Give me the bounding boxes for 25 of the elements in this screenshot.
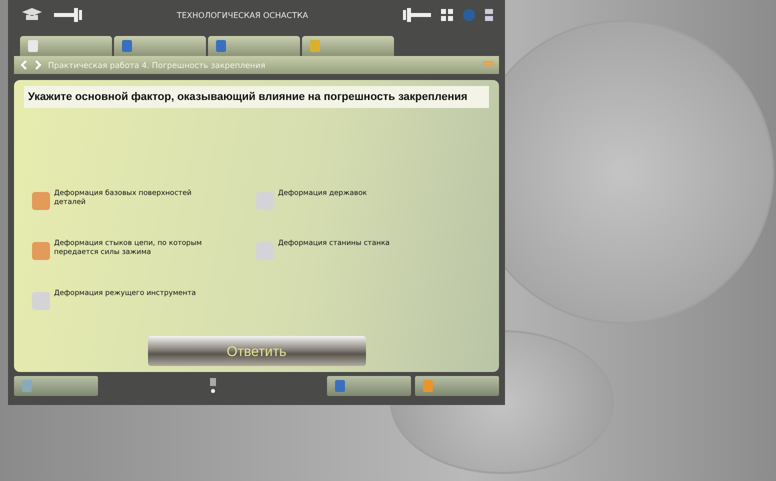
tool-icon bbox=[54, 6, 84, 24]
tool-icon bbox=[401, 6, 431, 24]
checkbox[interactable] bbox=[256, 242, 274, 260]
checkbox[interactable] bbox=[32, 292, 50, 310]
footer-button[interactable] bbox=[415, 376, 499, 396]
pages-icon[interactable] bbox=[485, 9, 493, 21]
footer-button[interactable] bbox=[327, 376, 411, 396]
tab[interactable] bbox=[208, 36, 300, 56]
checkbox[interactable] bbox=[256, 192, 274, 210]
window-title: ТЕХНОЛОГИЧЕСКАЯ ОСНАСТКА bbox=[176, 10, 310, 20]
menu-icon[interactable] bbox=[483, 61, 493, 69]
question-text: Укажите основной фактор, оказывающий влияние на погрешность закрепления bbox=[24, 86, 489, 108]
tab[interactable] bbox=[302, 36, 394, 56]
footer-button[interactable] bbox=[14, 376, 98, 396]
answer-button[interactable]: Ответить bbox=[148, 336, 366, 366]
tab[interactable] bbox=[114, 36, 206, 56]
breadcrumb-text: Практическая работа 4. Погрешность закрепления bbox=[48, 60, 266, 70]
tab-icon bbox=[26, 39, 40, 53]
checkbox[interactable] bbox=[32, 242, 50, 260]
grid-icon[interactable] bbox=[441, 9, 453, 21]
tab-icon bbox=[308, 39, 322, 53]
tab-icon bbox=[120, 39, 134, 53]
checkbox[interactable] bbox=[32, 192, 50, 210]
tab[interactable] bbox=[20, 36, 112, 56]
tab-icon bbox=[214, 39, 228, 53]
